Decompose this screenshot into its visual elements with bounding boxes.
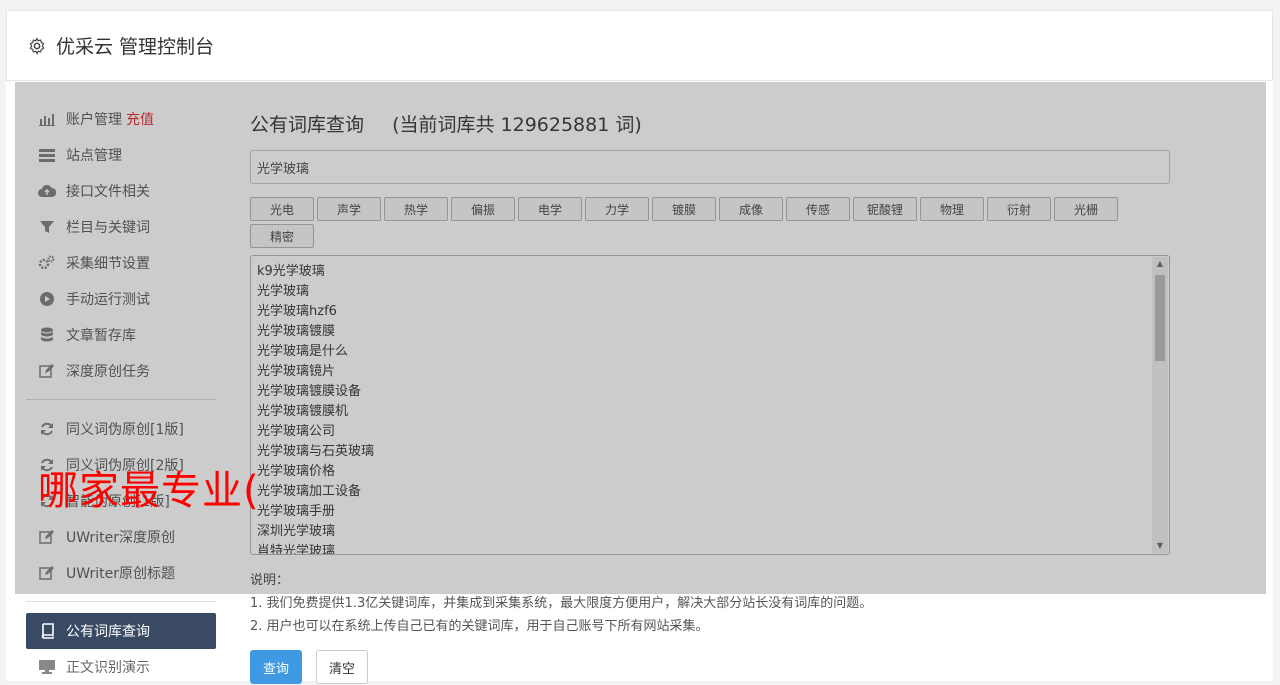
- keyword-tag[interactable]: 光电: [250, 197, 314, 221]
- results-list[interactable]: k9光学玻璃 光学玻璃 光学玻璃hzf6 光学玻璃镀膜 光学玻璃是什么 光学玻璃镜片 光学玻…: [250, 255, 1170, 555]
- scrollbar-thumb[interactable]: [1155, 275, 1165, 361]
- monitor-icon: [38, 658, 56, 676]
- list-item[interactable]: 光学玻璃镀膜: [257, 322, 1169, 342]
- query-button[interactable]: 查询: [250, 650, 303, 684]
- play-icon: [38, 290, 56, 308]
- database-icon: [38, 326, 56, 344]
- sidebar-item-uwriter-title[interactable]: UWriter原创标题: [26, 555, 216, 591]
- list-item[interactable]: 光学玻璃价格: [257, 462, 1169, 482]
- scroll-up-arrow-icon[interactable]: ▲: [1152, 257, 1168, 271]
- keyword-tag[interactable]: 铌酸锂: [853, 197, 917, 221]
- sidebar-item-deep-original[interactable]: 深度原创任务: [26, 353, 216, 389]
- list-item[interactable]: 光学玻璃镀膜设备: [257, 382, 1169, 402]
- sidebar-item-label: 正文识别演示: [66, 660, 150, 676]
- main-content: 公有词库查询 (当前词库共 129625881 词) 光学玻璃 光电 声学 热学 偏振…: [250, 107, 1170, 684]
- edit-icon: [38, 564, 56, 582]
- list-item[interactable]: 光学玻璃手册: [257, 502, 1169, 522]
- sidebar-item-sites[interactable]: 站点管理: [26, 137, 216, 173]
- sidebar-nav: 账户管理 充值 站点管理 接口文件相关 栏目与关键词 采集细节设置 手动运行测试…: [26, 101, 216, 685]
- scrollbar[interactable]: ▲ ▼: [1152, 257, 1168, 553]
- content-panel: 账户管理 充值 站点管理 接口文件相关 栏目与关键词 采集细节设置 手动运行测试…: [6, 81, 1273, 684]
- sidebar-item-label: UWriter深度原创: [66, 530, 175, 546]
- search-input[interactable]: 光学玻璃: [250, 150, 1170, 184]
- page-title: 公有词库查询 (当前词库共 129625881 词): [250, 107, 1170, 143]
- sidebar-item-label: 接口文件相关: [66, 184, 150, 200]
- keyword-tag[interactable]: 物理: [920, 197, 984, 221]
- sidebar-item-public-lexicon[interactable]: 公有词库查询: [26, 613, 216, 649]
- list-item[interactable]: 光学玻璃是什么: [257, 342, 1169, 362]
- sidebar-item-interface-files[interactable]: 接口文件相关: [26, 173, 216, 209]
- keyword-tag[interactable]: 力学: [585, 197, 649, 221]
- keyword-tag[interactable]: 偏振: [451, 197, 515, 221]
- bar-chart-icon: [38, 110, 56, 128]
- keyword-tag[interactable]: 声学: [317, 197, 381, 221]
- tag-list: 光电 声学 热学 偏振 电学 力学 镀膜 成像 传感 铌酸锂 物理 衍射 光栅精密: [250, 197, 1170, 248]
- keyword-tag[interactable]: 传感: [786, 197, 850, 221]
- cogs-icon: [38, 254, 56, 272]
- sidebar-item-label: 栏目与关键词: [66, 220, 150, 236]
- sidebar-item-label: 账户管理: [66, 112, 122, 128]
- sidebar-item-text-recognition[interactable]: 正文识别演示: [26, 649, 216, 685]
- list-item[interactable]: 光学玻璃与石英玻璃: [257, 442, 1169, 462]
- book-icon: [38, 622, 56, 640]
- sidebar-item-columns-keywords[interactable]: 栏目与关键词: [26, 209, 216, 245]
- sidebar-item-label: 手动运行测试: [66, 292, 150, 308]
- filter-icon: [38, 218, 56, 236]
- sidebar-item-article-store[interactable]: 文章暂存库: [26, 317, 216, 353]
- clear-button[interactable]: 清空: [316, 650, 369, 684]
- edit-icon: [38, 528, 56, 546]
- description: 说明： 1. 我们免费提供1.3亿关键词库，并集成到采集系统，最大限度方便用户，…: [250, 569, 1170, 638]
- sidebar-item-collect-settings[interactable]: 采集细节设置: [26, 245, 216, 281]
- refresh-icon: [38, 420, 56, 438]
- list-item[interactable]: 肖特光学玻璃: [257, 542, 1169, 554]
- list-item[interactable]: 光学玻璃公司: [257, 422, 1169, 442]
- sidebar-item-label: 同义词伪原创[1版]: [66, 422, 184, 438]
- sidebar-item-account[interactable]: 账户管理 充值: [26, 101, 216, 137]
- sidebar-divider: [26, 601, 216, 602]
- sidebar-item-label: 站点管理: [66, 148, 122, 164]
- app-title: 优采云 管理控制台: [56, 36, 215, 58]
- sidebar-item-label: UWriter原创标题: [66, 566, 175, 582]
- sidebar-item-synonym-v1[interactable]: 同义词伪原创[1版]: [26, 411, 216, 447]
- keyword-tag[interactable]: 电学: [518, 197, 582, 221]
- sidebar-item-label: 深度原创任务: [66, 364, 150, 380]
- description-title: 说明：: [250, 573, 290, 588]
- list-icon: [38, 146, 56, 164]
- keyword-tag[interactable]: 精密: [250, 224, 314, 248]
- lexicon-count: (当前词库共 129625881 词): [392, 114, 642, 136]
- sidebar-item-uwriter-deep[interactable]: UWriter深度原创: [26, 519, 216, 555]
- sidebar-divider: [26, 399, 216, 400]
- list-item[interactable]: 光学玻璃: [257, 282, 1169, 302]
- overlay-caption: 哪家最专业(: [38, 468, 260, 514]
- list-item[interactable]: 光学玻璃hzf6: [257, 302, 1169, 322]
- page-title-text: 公有词库查询: [250, 114, 365, 136]
- sidebar-item-label: 文章暂存库: [66, 328, 136, 344]
- keyword-tag[interactable]: 热学: [384, 197, 448, 221]
- list-item[interactable]: 光学玻璃镜片: [257, 362, 1169, 382]
- sidebar-item-label: 公有词库查询: [66, 624, 150, 640]
- list-item[interactable]: k9光学玻璃: [257, 262, 1169, 282]
- keyword-tag[interactable]: 衍射: [987, 197, 1051, 221]
- sidebar-item-manual-run[interactable]: 手动运行测试: [26, 281, 216, 317]
- cloud-upload-icon: [38, 182, 56, 200]
- list-item[interactable]: 深圳光学玻璃: [257, 522, 1169, 542]
- top-header: 优采云 管理控制台: [6, 10, 1273, 81]
- sidebar-item-label: 采集细节设置: [66, 256, 150, 272]
- keyword-tag[interactable]: 镀膜: [652, 197, 716, 221]
- keyword-tag[interactable]: 光栅: [1054, 197, 1118, 221]
- list-item[interactable]: 光学玻璃镀膜机: [257, 402, 1169, 422]
- keyword-tag[interactable]: 成像: [719, 197, 783, 221]
- gear-icon: [27, 36, 47, 56]
- search-input-value: 光学玻璃: [257, 161, 310, 177]
- edit-icon: [38, 362, 56, 380]
- scroll-down-arrow-icon[interactable]: ▼: [1152, 539, 1168, 553]
- recharge-link[interactable]: 充值: [126, 109, 154, 129]
- description-line: 1. 我们免费提供1.3亿关键词库，并集成到采集系统，最大限度方便用户，解决大部…: [250, 596, 873, 611]
- action-buttons: 查询 清空: [250, 650, 1170, 684]
- description-line: 2. 用户也可以在系统上传自己已有的关键词库，用于自己账号下所有网站采集。: [250, 619, 709, 634]
- list-item[interactable]: 光学玻璃加工设备: [257, 482, 1169, 502]
